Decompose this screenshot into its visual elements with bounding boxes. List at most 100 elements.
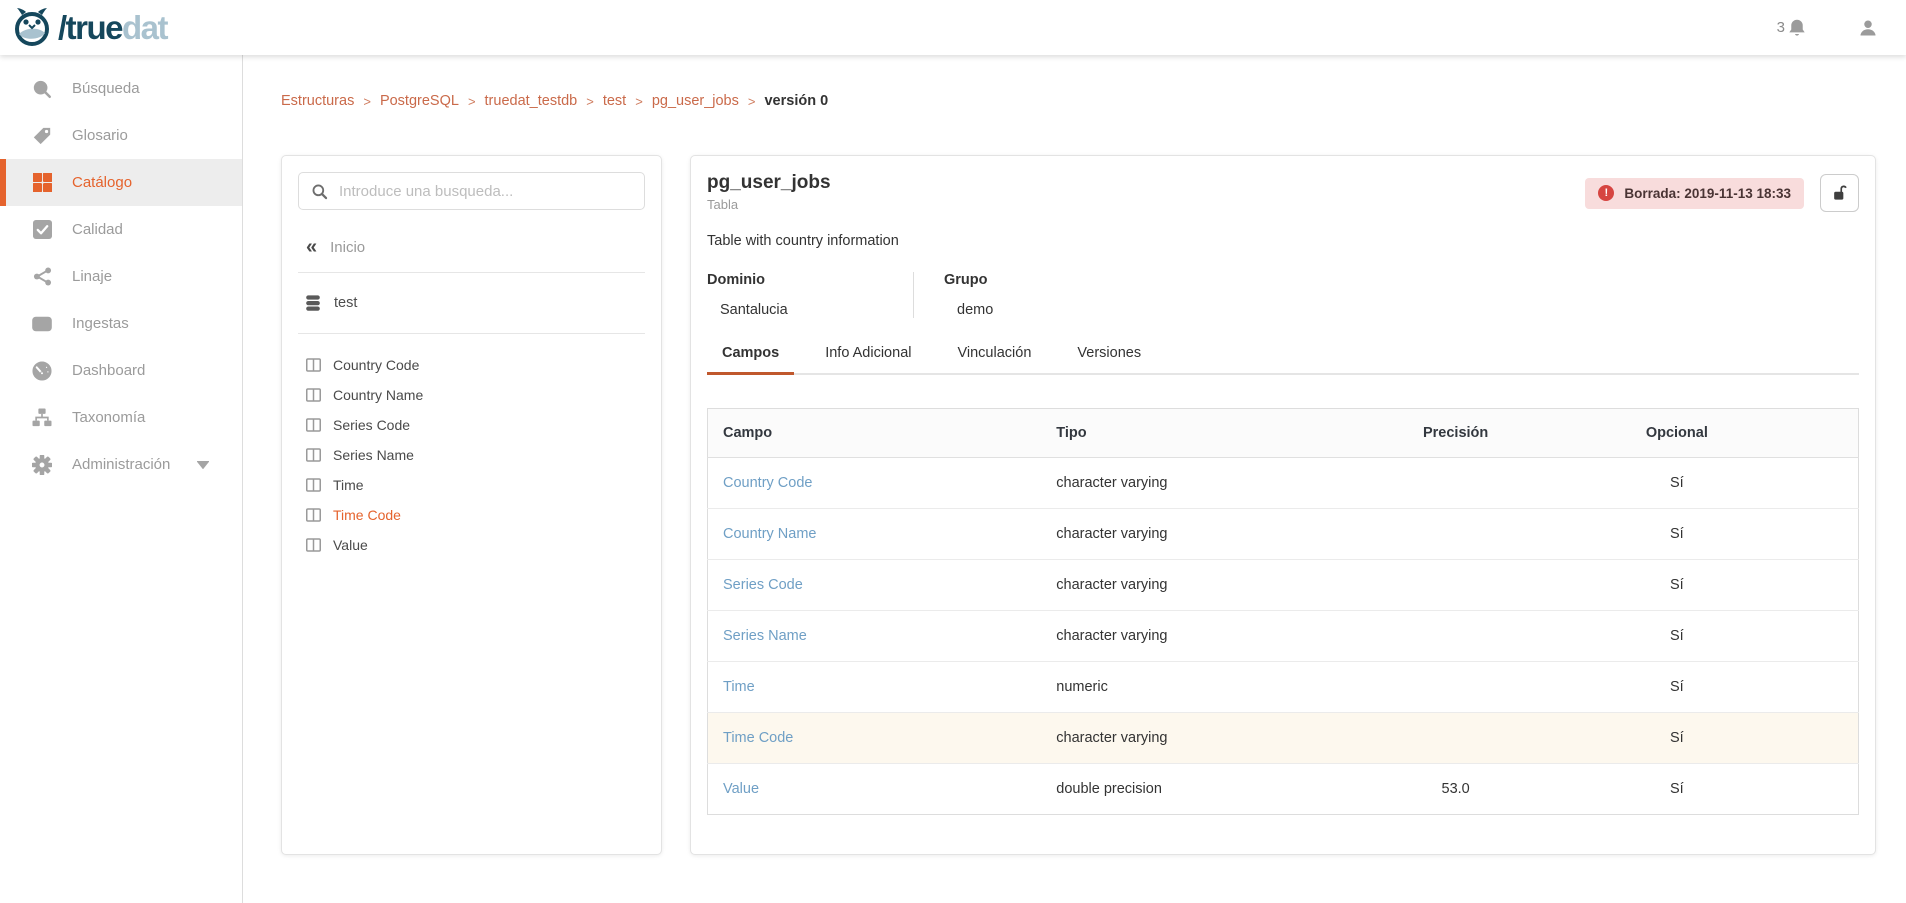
field-link[interactable]: Time Code [723, 730, 793, 746]
sidebar-item-label: Administración [72, 456, 170, 473]
table-column-icon [306, 508, 321, 522]
detail-header: pg_user_jobs Tabla ! Borrada: 2019-11-13… [707, 156, 1859, 212]
sidebar-item-label: Catálogo [72, 174, 132, 191]
sidebar-item-busqueda[interactable]: Búsqueda [0, 65, 242, 112]
explorer-back-home[interactable]: « Inicio [298, 237, 645, 257]
column-label: Country Name [333, 387, 423, 403]
meta-value: Santalucia [707, 302, 877, 318]
tag-icon [31, 126, 53, 146]
tab-campos[interactable]: Campos [707, 345, 794, 373]
explorer-back-label: Inicio [330, 239, 365, 256]
tab-info-adicional[interactable]: Info Adicional [810, 345, 926, 373]
meta-value: demo [944, 302, 993, 318]
sitemap-icon [31, 408, 53, 427]
exclamation-icon: ! [1598, 185, 1614, 201]
breadcrumb-separator: > [748, 94, 756, 109]
status-badge-text: Borrada: 2019-11-13 18:33 [1624, 186, 1791, 201]
breadcrumb-link[interactable]: pg_user_jobs [652, 93, 739, 109]
notifications-button[interactable]: 3 [1777, 18, 1806, 37]
database-icon [305, 295, 321, 312]
table-row-selected: Time Code character varying Sí [708, 713, 1859, 764]
column-header-campo: Campo [708, 409, 1042, 458]
explorer-column-item[interactable]: Country Code [298, 350, 645, 380]
sidebar-nav: Búsqueda Glosario Catálogo [0, 55, 243, 903]
breadcrumb: Estructuras > PostgreSQL > truedat_testd… [281, 91, 1876, 111]
table-row: Series Code character varying Sí [708, 560, 1859, 611]
field-precision: 53.0 [1341, 764, 1571, 815]
column-header-precision: Precisión [1341, 409, 1571, 458]
table-column-icon [306, 418, 321, 432]
field-type: character varying [1041, 560, 1340, 611]
field-link[interactable]: Series Code [723, 577, 803, 593]
explorer-column-item[interactable]: Series Code [298, 410, 645, 440]
explorer-column-item-selected[interactable]: Time Code [298, 500, 645, 530]
check-square-icon [31, 220, 53, 239]
tab-versiones[interactable]: Versiones [1062, 345, 1156, 373]
sidebar-item-linaje[interactable]: Linaje [0, 253, 242, 300]
explorer-column-list: Country Code Country Name Series Code [298, 350, 645, 560]
lock-toggle-button[interactable] [1820, 174, 1859, 212]
breadcrumb-separator: > [363, 94, 371, 109]
user-menu-button[interactable] [1858, 18, 1878, 38]
table-row: Time numeric Sí [708, 662, 1859, 713]
field-type: character varying [1041, 509, 1340, 560]
sidebar-item-catalogo[interactable]: Catálogo [0, 159, 242, 206]
field-precision [1341, 560, 1571, 611]
sidebar-item-taxonomia[interactable]: Taxonomía [0, 394, 242, 441]
topbar-actions: 3 [1777, 18, 1878, 38]
explorer-column-item[interactable]: Value [298, 530, 645, 560]
field-link[interactable]: Country Name [723, 526, 816, 542]
search-icon [311, 183, 328, 200]
explorer-column-item[interactable]: Series Name [298, 440, 645, 470]
field-link[interactable]: Value [723, 781, 759, 797]
table-column-icon [306, 358, 321, 372]
sidebar-item-dashboard[interactable]: Dashboard [0, 347, 242, 394]
explorer-search-input[interactable] [339, 183, 632, 200]
field-precision [1341, 458, 1571, 509]
breadcrumb-link[interactable]: Estructuras [281, 93, 354, 109]
sidebar-item-label: Taxonomía [72, 409, 145, 426]
main-layout: Búsqueda Glosario Catálogo [0, 55, 1906, 903]
meta-label: Dominio [707, 272, 877, 288]
breadcrumb-link[interactable]: PostgreSQL [380, 93, 459, 109]
column-label: Series Name [333, 447, 414, 463]
sidebar-item-label: Calidad [72, 221, 123, 238]
sidebar-item-calidad[interactable]: Calidad [0, 206, 242, 253]
meta-label: Grupo [944, 272, 993, 288]
field-precision [1341, 509, 1571, 560]
sidebar-item-label: Dashboard [72, 362, 145, 379]
sidebar-item-ingestas[interactable]: Ingestas [0, 300, 242, 347]
sidebar-item-label: Glosario [72, 127, 128, 144]
breadcrumb-link[interactable]: truedat_testdb [485, 93, 578, 109]
column-label: Country Code [333, 357, 419, 373]
field-link[interactable]: Country Code [723, 475, 812, 491]
fields-table: Campo Tipo Precisión Opcional Country Co… [707, 408, 1859, 815]
search-icon [31, 79, 53, 99]
tab-vinculacion[interactable]: Vinculación [942, 345, 1046, 373]
unlock-icon [1830, 183, 1850, 203]
sidebar-item-label: Ingestas [72, 315, 129, 332]
field-link[interactable]: Time [723, 679, 755, 695]
table-row: Series Name character varying Sí [708, 611, 1859, 662]
breadcrumb-link[interactable]: test [603, 93, 626, 109]
explorer-search-box [298, 172, 645, 210]
structure-type-label: Tabla [707, 197, 831, 212]
field-link[interactable]: Series Name [723, 628, 807, 644]
brand-logo[interactable]: /truedat [14, 7, 167, 49]
detail-header-actions: ! Borrada: 2019-11-13 18:33 [1585, 174, 1859, 212]
sidebar-item-label: Linaje [72, 268, 112, 285]
sidebar-item-label: Búsqueda [72, 80, 140, 97]
table-column-icon [306, 538, 321, 552]
explorer-column-item[interactable]: Country Name [298, 380, 645, 410]
table-row: Country Name character varying Sí [708, 509, 1859, 560]
explorer-parent-item[interactable]: test [298, 288, 645, 318]
divider [298, 272, 645, 273]
sidebar-item-glosario[interactable]: Glosario [0, 112, 242, 159]
sidebar-item-administracion[interactable]: Administración [0, 441, 242, 488]
column-label: Series Code [333, 417, 410, 433]
page-title: pg_user_jobs [707, 172, 831, 194]
status-badge: ! Borrada: 2019-11-13 18:33 [1585, 178, 1804, 209]
breadcrumb-separator: > [635, 94, 643, 109]
explorer-column-item[interactable]: Time [298, 470, 645, 500]
field-optional: Sí [1571, 764, 1859, 815]
